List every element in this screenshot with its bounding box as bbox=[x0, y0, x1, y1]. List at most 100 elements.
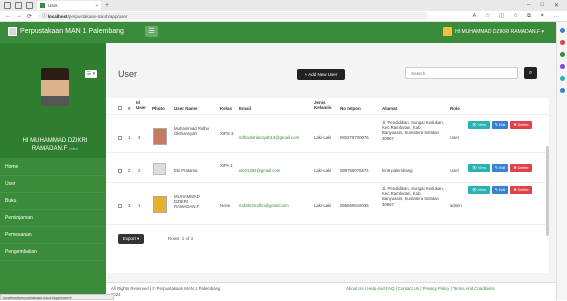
sidebar-item-user[interactable]: User bbox=[0, 176, 106, 193]
col-header-role[interactable]: Role bbox=[450, 106, 460, 111]
close-tab-icon[interactable]: × bbox=[95, 3, 98, 8]
search-icon[interactable] bbox=[559, 28, 565, 33]
row-email[interactable]: mdzikrirmdhn@gmail.com bbox=[239, 203, 289, 208]
row-checkbox[interactable] bbox=[118, 169, 122, 173]
back-icon[interactable]: ← bbox=[5, 13, 11, 19]
shopping-icon[interactable] bbox=[559, 40, 565, 45]
col-header-kelas[interactable]: Kelas bbox=[220, 106, 232, 111]
row-username: MUHAMMAD DZIKRI RAMADAN.F bbox=[174, 194, 200, 210]
extensions-icon[interactable]: ✦ bbox=[540, 13, 545, 20]
table-scrollbar[interactable] bbox=[546, 146, 549, 236]
sidebar-item-pemesanan[interactable]: Pemesanan bbox=[0, 227, 106, 244]
window-controls: – □ ✕ bbox=[527, 2, 559, 9]
row-phone: 082278700076 bbox=[340, 135, 369, 140]
profile-panel: ☰ ▾ HI MUHAMMAD DZIKRI RAMADAN.F online bbox=[0, 43, 106, 158]
new-tab-button[interactable]: + bbox=[105, 2, 109, 9]
row-gender: Laki-Laki bbox=[314, 168, 332, 173]
user-photo bbox=[153, 128, 167, 145]
main-content: User + Add New User ⌕ # Id User Photo Us… bbox=[106, 43, 556, 300]
library-logo-icon bbox=[8, 27, 17, 36]
address-bar[interactable]: ⓘ localhost /perpustakaan-tokoh/app/user bbox=[38, 12, 429, 20]
maximize-button[interactable]: □ bbox=[540, 2, 544, 9]
delete-button[interactable]: ✖ Delete bbox=[510, 186, 532, 194]
sidebar-item-peminjaman[interactable]: Peminjaman bbox=[0, 210, 106, 227]
row-id: 1 bbox=[138, 203, 141, 208]
row-alamat: Jl. Pendidikan, Sungai Kedukan, Kec.Ramb… bbox=[382, 120, 444, 141]
view-button[interactable]: 👁 View bbox=[468, 186, 490, 194]
browser-tab[interactable]: User × bbox=[37, 1, 101, 10]
row-username: Muhammad Ridho Oktriansyah bbox=[174, 126, 210, 137]
footer-links[interactable]: About Us | Help And FAQ | Contact Us | P… bbox=[346, 286, 495, 291]
col-header-alamat[interactable]: Alamat bbox=[382, 106, 397, 111]
row-alamat: km9 palembang bbox=[382, 168, 413, 173]
tab-actions-icon[interactable] bbox=[26, 2, 33, 9]
row-checkbox[interactable] bbox=[118, 136, 122, 140]
col-header-id[interactable]: Id User bbox=[136, 100, 146, 110]
sidebar-item-buku[interactable]: Buku bbox=[0, 193, 106, 210]
row-phone: 089758076574 bbox=[340, 168, 369, 173]
sidebar-item-home[interactable]: Home bbox=[0, 159, 106, 176]
sidebar-menu: Home User Buku Peminjaman Pemesanan Peng… bbox=[0, 159, 106, 261]
row-role: admin bbox=[450, 203, 462, 208]
collections-icon[interactable]: ⧉ bbox=[527, 13, 531, 20]
read-aloud-icon[interactable]: A bbox=[473, 13, 477, 20]
delete-button[interactable]: ✖ Delete bbox=[510, 164, 532, 172]
user-photo-placeholder bbox=[153, 163, 166, 175]
row-role: User bbox=[450, 135, 460, 140]
status-online: online bbox=[68, 146, 79, 151]
minimize-button[interactable]: – bbox=[527, 2, 530, 9]
split-screen-icon[interactable]: ◫ bbox=[499, 13, 504, 20]
col-header-email[interactable]: Email bbox=[239, 106, 251, 111]
games-icon[interactable] bbox=[559, 64, 565, 69]
row-number: 2 bbox=[128, 168, 131, 173]
user-photo bbox=[153, 196, 167, 213]
edit-button[interactable]: ✎ Edit bbox=[492, 164, 508, 172]
workspaces-icon[interactable] bbox=[15, 2, 22, 9]
search-button[interactable]: ⌕ bbox=[524, 67, 537, 79]
col-header-username[interactable]: User Name bbox=[174, 106, 198, 111]
more-icon[interactable]: … bbox=[554, 13, 560, 20]
browser-sidebar bbox=[556, 22, 567, 300]
search-input[interactable] bbox=[405, 67, 518, 79]
user-table: # Id User Photo User Name Kelas Email Je… bbox=[106, 98, 549, 273]
row-username: Eki Pratama bbox=[174, 168, 198, 173]
select-all-checkbox[interactable] bbox=[118, 106, 122, 110]
favorite-star-icon[interactable]: ☆ bbox=[485, 13, 490, 20]
add-user-button[interactable]: + Add New User bbox=[297, 69, 345, 80]
export-button[interactable]: Export ▾ bbox=[118, 234, 144, 244]
outlook-icon[interactable] bbox=[559, 88, 565, 93]
reload-icon[interactable]: ⟳ bbox=[27, 13, 32, 20]
row-id: 3 bbox=[138, 135, 141, 140]
menu-toggle-button[interactable]: ☰ bbox=[145, 26, 158, 37]
favorites-icon[interactable]: ✩ bbox=[513, 13, 518, 20]
forward-icon[interactable]: → bbox=[16, 13, 22, 19]
tab-title: User bbox=[48, 3, 58, 8]
brand-title: Perpustakaan MAN 1 Palembang bbox=[20, 28, 124, 35]
row-alamat: Jl. Pendidikan, Sungai Kedukan, Kec.Ramb… bbox=[382, 186, 444, 207]
brand[interactable]: Perpustakaan MAN 1 Palembang bbox=[8, 27, 124, 36]
footer: All Rights Reserved | © Perpustakaan MAN… bbox=[106, 282, 556, 300]
edit-button[interactable]: ✎ Edit bbox=[492, 121, 508, 129]
header-user-menu[interactable]: HI MUHAMMAD DZIKRI RAMADAN.F ▾ bbox=[443, 27, 544, 36]
row-checkbox[interactable] bbox=[118, 204, 122, 208]
view-button[interactable]: 👁 View bbox=[468, 121, 490, 129]
url-host: localhost bbox=[47, 13, 68, 19]
search-icon: ⌕ bbox=[528, 70, 533, 76]
edit-button[interactable]: ✎ Edit bbox=[492, 186, 508, 194]
rows-info: Rows: 1 of 3 bbox=[168, 236, 194, 241]
row-email[interactable]: ridhooktriansyah13@gmail.com bbox=[239, 135, 299, 140]
sidebar-toggle-icon[interactable] bbox=[4, 2, 11, 9]
close-window-button[interactable]: ✕ bbox=[554, 2, 559, 9]
row-kelas: None bbox=[220, 203, 231, 208]
tools-icon[interactable] bbox=[559, 52, 565, 57]
profile-menu-button[interactable]: ☰ ▾ bbox=[85, 70, 97, 78]
col-header-phone[interactable]: No telpon bbox=[340, 106, 361, 111]
row-email[interactable]: eki01382@gmail.com bbox=[239, 168, 280, 173]
delete-button[interactable]: ✖ Delete bbox=[510, 121, 532, 129]
row-number: 3 bbox=[128, 203, 131, 208]
col-header-gender[interactable]: Jenis Kelamin bbox=[314, 100, 336, 110]
office-icon[interactable] bbox=[559, 76, 565, 81]
sidebar-item-pengembalian[interactable]: Pengembalian bbox=[0, 244, 106, 261]
col-header-photo: Photo bbox=[152, 106, 165, 111]
view-button[interactable]: 👁 View bbox=[468, 164, 490, 172]
